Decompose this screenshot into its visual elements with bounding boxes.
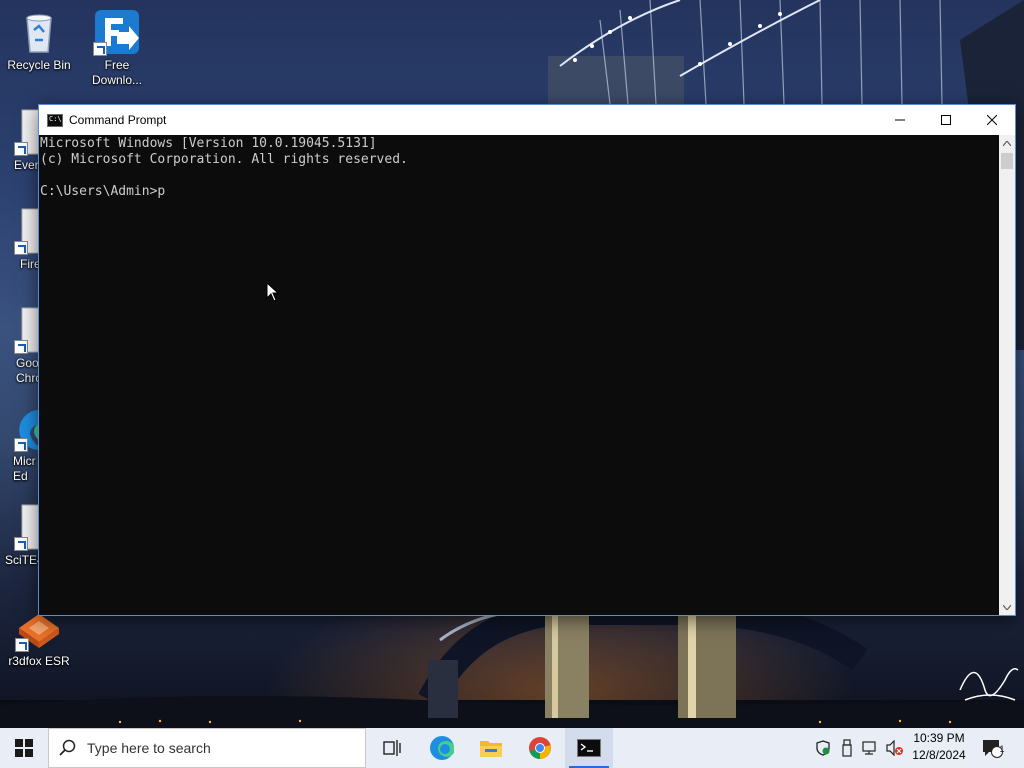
maximize-icon xyxy=(941,115,951,125)
notification-count-badge: 1 xyxy=(999,744,1005,754)
google-chrome-icon xyxy=(529,737,551,759)
free-download-manager-icon xyxy=(93,8,141,56)
desktop-icon-recycle-bin[interactable]: Recycle Bin xyxy=(1,8,77,73)
usb-drive-icon xyxy=(842,739,852,757)
minimize-icon xyxy=(895,119,905,121)
maximize-button[interactable] xyxy=(923,105,969,135)
recycle-bin-icon xyxy=(15,8,63,56)
taskbar-file-explorer-button[interactable] xyxy=(467,728,515,768)
console-line: (c) Microsoft Corporation. All rights re… xyxy=(40,152,408,167)
taskbar-chrome-button[interactable] xyxy=(516,728,564,768)
microsoft-edge-icon xyxy=(430,736,454,760)
shortcut-arrow-icon xyxy=(14,537,28,551)
taskbar-clock[interactable]: 10:39 PM 12/8/2024 xyxy=(906,730,972,766)
start-button[interactable] xyxy=(0,728,48,768)
console-output[interactable]: Microsoft Windows [Version 10.0.19045.51… xyxy=(39,135,999,615)
window-titlebar[interactable]: Command Prompt xyxy=(39,105,1015,135)
task-view-icon xyxy=(383,740,401,756)
console-prompt-line: C:\Users\Admin>p xyxy=(40,184,166,199)
network-icon xyxy=(862,741,876,755)
shortcut-arrow-icon xyxy=(14,340,28,354)
tray-security-button[interactable] xyxy=(812,728,834,768)
clock-date: 12/8/2024 xyxy=(912,748,966,762)
console-line: Microsoft Windows [Version 10.0.19045.51… xyxy=(40,136,377,151)
scrollbar-thumb[interactable] xyxy=(1001,153,1013,169)
desktop-icon-free-download-manager[interactable]: Free Downlo... xyxy=(79,8,155,88)
shortcut-arrow-icon xyxy=(14,241,28,255)
chevron-up-icon xyxy=(1003,140,1011,146)
shortcut-arrow-icon xyxy=(15,638,29,652)
volume-muted-icon xyxy=(886,740,903,756)
minimize-button[interactable] xyxy=(877,105,923,135)
taskbar-command-prompt-button[interactable] xyxy=(565,728,613,768)
shield-icon xyxy=(816,740,830,756)
window-title: Command Prompt xyxy=(69,113,167,127)
mouse-cursor-icon xyxy=(266,282,280,302)
scroll-up-button[interactable] xyxy=(999,135,1015,151)
search-placeholder-text: Type here to search xyxy=(87,740,211,756)
desktop-icon-label: r3dfox ESR xyxy=(8,654,70,668)
shortcut-arrow-icon xyxy=(14,142,28,156)
taskbar-search-box[interactable]: Type here to search xyxy=(48,728,366,768)
search-icon xyxy=(59,739,76,756)
chevron-down-icon xyxy=(1003,604,1011,610)
windows-logo-icon xyxy=(15,739,33,757)
file-explorer-icon xyxy=(480,741,502,757)
shortcut-arrow-icon xyxy=(93,42,107,56)
close-button[interactable] xyxy=(969,105,1015,135)
task-view-button[interactable] xyxy=(368,728,416,768)
tray-volume-button[interactable] xyxy=(884,728,906,768)
notification-center-button[interactable]: 1 xyxy=(976,728,1008,768)
vertical-scrollbar[interactable] xyxy=(999,135,1015,615)
command-prompt-icon xyxy=(47,113,63,127)
desktop-icon-label: Recycle Bin xyxy=(7,58,71,72)
close-icon xyxy=(987,115,997,125)
clock-time: 10:39 PM xyxy=(913,731,965,745)
shortcut-arrow-icon xyxy=(14,438,28,452)
command-prompt-window[interactable]: Command Prompt Microsoft Windows [Versio… xyxy=(38,104,1016,616)
tray-network-button[interactable] xyxy=(860,728,882,768)
tray-usb-button[interactable] xyxy=(836,728,858,768)
command-prompt-icon xyxy=(577,739,601,757)
desktop-icon-label: Free Downlo... xyxy=(91,58,143,87)
scroll-down-button[interactable] xyxy=(999,599,1015,615)
taskbar-edge-button[interactable] xyxy=(418,728,466,768)
